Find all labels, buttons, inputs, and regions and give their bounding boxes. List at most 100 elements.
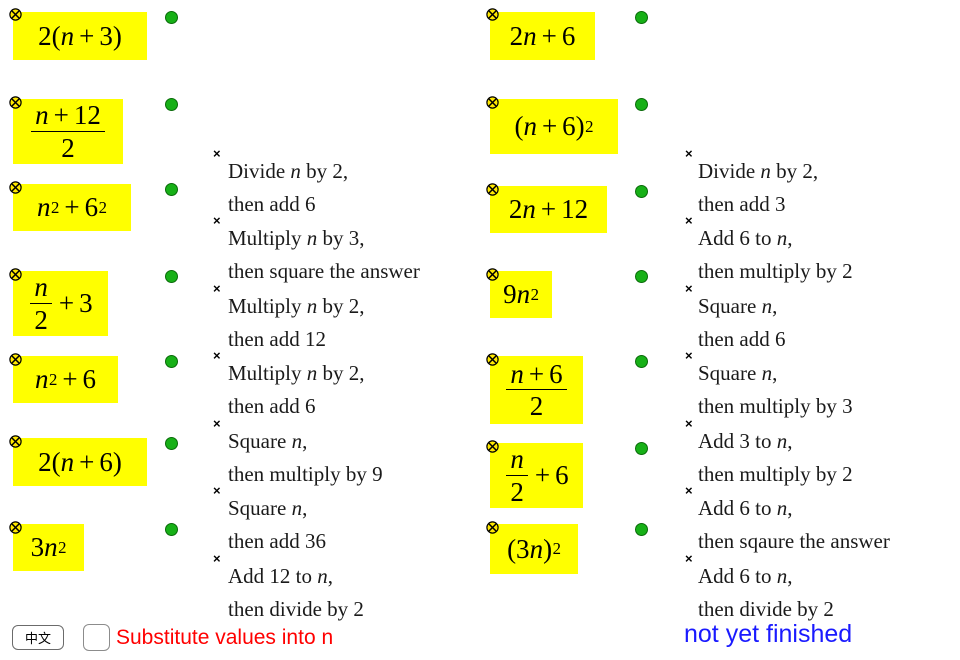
x-marker-icon[interactable]: × — [213, 417, 221, 430]
instruction-item[interactable]: Divide n by 2, then add 3 — [698, 155, 818, 221]
expression-card[interactable]: 9n2 — [490, 271, 552, 318]
instruction-line-1: Square n, — [228, 429, 308, 453]
instruction-item[interactable]: Square n, then multiply by 9 — [228, 425, 383, 491]
green-connector-dot[interactable] — [165, 523, 178, 536]
expression-text: n 2 +6 — [34, 364, 97, 394]
instruction-line-1: Add 6 to n, — [698, 226, 793, 250]
expression-card[interactable]: 2(n +6) — [13, 438, 147, 486]
green-connector-dot[interactable] — [635, 355, 648, 368]
instruction-item[interactable]: Square n, then add 36 — [228, 492, 326, 558]
expression-card[interactable]: n 2 +3 — [13, 271, 108, 336]
green-connector-dot[interactable] — [165, 437, 178, 450]
expression-card[interactable]: n 2 +6 — [13, 356, 118, 403]
green-connector-dot[interactable] — [635, 98, 648, 111]
instruction-line-1: Add 6 to n, — [698, 564, 793, 588]
close-cross-icon[interactable] — [486, 96, 499, 109]
expression-text: n 2 +6 2 — [37, 192, 107, 222]
close-cross-icon[interactable] — [486, 440, 499, 453]
instruction-item[interactable]: Divide n by 2, then add 6 — [228, 155, 348, 221]
close-cross-icon[interactable] — [9, 8, 22, 21]
x-marker-icon[interactable]: × — [213, 484, 221, 497]
expression-card[interactable]: (n +6) 2 — [490, 99, 618, 154]
expression-text: 2(n +3) — [38, 20, 122, 51]
green-connector-dot[interactable] — [635, 11, 648, 24]
instruction-item[interactable]: Add 6 to n, then sqaure the answer — [698, 492, 890, 558]
x-marker-icon[interactable]: × — [685, 147, 693, 160]
x-marker-icon[interactable]: × — [685, 552, 693, 565]
close-cross-icon[interactable] — [9, 181, 22, 194]
x-marker-icon[interactable]: × — [685, 282, 693, 295]
green-connector-dot[interactable] — [165, 183, 178, 196]
expression-card[interactable]: 3n2 — [13, 524, 84, 571]
close-cross-icon[interactable] — [9, 353, 22, 366]
close-cross-icon[interactable] — [486, 268, 499, 281]
expression-card[interactable]: n +12 2 — [13, 99, 123, 164]
instruction-item[interactable]: Add 12 to n, then divide by 2 — [228, 560, 364, 626]
instruction-line-2: then multiply by 9 — [228, 462, 383, 486]
expression-text: (3 n) 2 — [507, 533, 561, 564]
instruction-line-1: Square n, — [228, 496, 308, 520]
instruction-line-1: Add 12 to n, — [228, 564, 333, 588]
instruction-item[interactable]: Multiply n by 2, then add 12 — [228, 290, 365, 356]
green-connector-dot[interactable] — [635, 442, 648, 455]
substitute-values-checkbox[interactable] — [83, 624, 110, 651]
instruction-item[interactable]: Add 6 to n, then multiply by 2 — [698, 222, 853, 288]
green-connector-dot[interactable] — [165, 98, 178, 111]
green-connector-dot[interactable] — [165, 11, 178, 24]
status-note: not yet finished — [684, 620, 853, 648]
expression-card[interactable]: n +6 2 — [490, 356, 583, 424]
expression-card[interactable]: 2(n +3) — [13, 12, 147, 60]
x-marker-icon[interactable]: × — [685, 417, 693, 430]
close-cross-icon[interactable] — [9, 268, 22, 281]
green-connector-dot[interactable] — [635, 185, 648, 198]
instruction-item[interactable]: Multiply n by 3, then square the answer — [228, 222, 420, 288]
instruction-item[interactable]: Add 6 to n, then divide by 2 — [698, 560, 834, 626]
expression-text: 2 n +12 — [508, 194, 589, 224]
x-marker-icon[interactable]: × — [685, 484, 693, 497]
close-cross-icon[interactable] — [486, 183, 499, 196]
instruction-line-1: Multiply n by 2, — [228, 361, 365, 385]
x-marker-icon[interactable]: × — [213, 552, 221, 565]
instruction-line-1: Divide n by 2, — [698, 159, 819, 183]
language-toggle-button[interactable]: 中文 — [12, 625, 64, 650]
expression-card[interactable]: n 2 +6 — [490, 443, 583, 508]
expression-card[interactable]: 2 n +6 — [490, 12, 595, 60]
instruction-item[interactable]: Square n, then add 6 — [698, 290, 785, 356]
instruction-line-2: then multiply by 2 — [698, 462, 853, 486]
expression-text: 9n2 — [503, 279, 539, 309]
x-marker-icon[interactable]: × — [685, 214, 693, 227]
instruction-line-2: then multiply by 2 — [698, 259, 853, 283]
expression-text: n +12 2 — [29, 101, 107, 162]
expression-card[interactable]: 2 n +12 — [490, 186, 607, 233]
close-cross-icon[interactable] — [9, 521, 22, 534]
expression-card[interactable]: (3 n) 2 — [490, 524, 578, 574]
x-marker-icon[interactable]: × — [213, 147, 221, 160]
instruction-line-2: then add 36 — [228, 529, 326, 553]
expression-text: 3n2 — [30, 532, 67, 562]
green-connector-dot[interactable] — [635, 270, 648, 283]
x-marker-icon[interactable]: × — [213, 349, 221, 362]
close-cross-icon[interactable] — [9, 96, 22, 109]
expression-text: 2 n +6 — [509, 20, 576, 51]
instruction-line-2: then multiply by 3 — [698, 394, 853, 418]
instruction-item[interactable]: Multiply n by 2, then add 6 — [228, 357, 365, 423]
instruction-line-2: then add 6 — [698, 327, 786, 351]
x-marker-icon[interactable]: × — [685, 349, 693, 362]
instruction-line-1: Add 3 to n, — [698, 429, 793, 453]
x-marker-icon[interactable]: × — [213, 282, 221, 295]
green-connector-dot[interactable] — [165, 270, 178, 283]
close-cross-icon[interactable] — [486, 521, 499, 534]
instruction-line-2: then square the answer — [228, 259, 420, 283]
expression-text: n 2 +6 — [504, 445, 569, 506]
close-cross-icon[interactable] — [486, 353, 499, 366]
instruction-item[interactable]: Add 3 to n, then multiply by 2 — [698, 425, 853, 491]
green-connector-dot[interactable] — [635, 523, 648, 536]
close-cross-icon[interactable] — [9, 435, 22, 448]
green-connector-dot[interactable] — [165, 355, 178, 368]
close-cross-icon[interactable] — [486, 8, 499, 21]
expression-text: (n +6) 2 — [514, 111, 594, 141]
instruction-line-2: then add 12 — [228, 327, 326, 351]
expression-card[interactable]: n 2 +6 2 — [13, 184, 131, 231]
instruction-item[interactable]: Square n, then multiply by 3 — [698, 357, 853, 423]
x-marker-icon[interactable]: × — [213, 214, 221, 227]
